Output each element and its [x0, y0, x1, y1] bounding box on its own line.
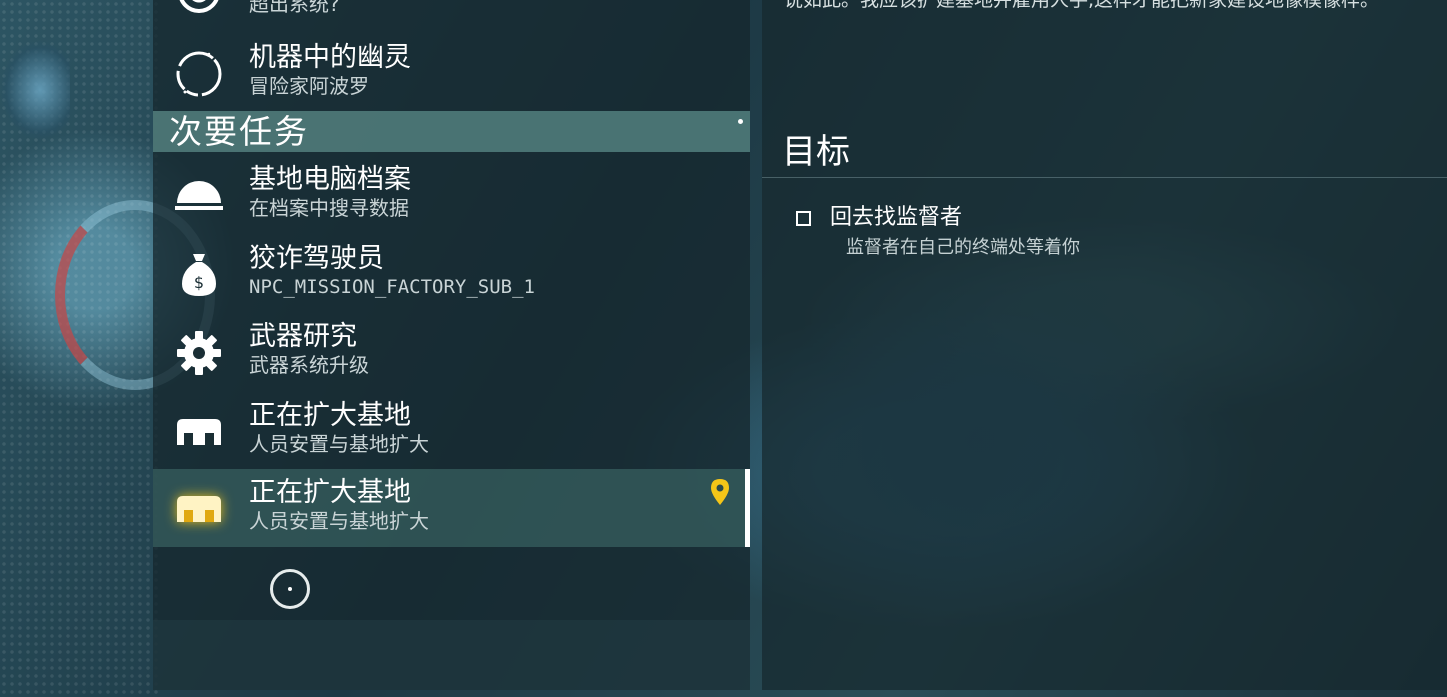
objectives-divider	[762, 177, 1447, 178]
mission-title: 正在扩大基地	[249, 400, 411, 431]
selection-accent-bar	[745, 469, 750, 547]
base-building-icon	[173, 406, 225, 458]
mission-subtitle: NPC_MISSION_FACTORY_SUB_1	[249, 276, 535, 298]
mission-title: 机器中的幽灵	[249, 42, 411, 73]
objective-checkbox	[796, 211, 811, 226]
mission-title: 基地电脑档案	[249, 164, 411, 195]
mission-subtitle: 人员安置与基地扩大	[249, 432, 429, 456]
section-label: 次要任务	[169, 112, 309, 151]
mission-item-selected[interactable]: 正在扩大基地 人员安置与基地扩大	[153, 469, 750, 547]
dome-icon	[173, 170, 225, 222]
mission-subtitle: 冒险家阿波罗	[249, 74, 369, 98]
mission-item[interactable]: 武器研究 武器系统升级	[153, 313, 750, 391]
header-dot	[738, 119, 743, 124]
mission-item[interactable]: 超出系统?	[153, 0, 750, 30]
mission-subtitle: 在档案中搜寻数据	[249, 196, 409, 220]
list-footer	[153, 620, 750, 690]
base-building-icon	[173, 483, 225, 535]
mission-subtitle: 武器系统升级	[249, 353, 369, 377]
objectives-title: 目标	[782, 132, 850, 172]
mission-subtitle: 人员安置与基地扩大	[249, 509, 429, 533]
mission-item[interactable]: 机器中的幽灵 冒险家阿波罗	[153, 34, 750, 112]
scroll-indicator-icon[interactable]	[270, 569, 310, 609]
mission-item[interactable]: 正在扩大基地 人员安置与基地扩大	[153, 392, 750, 470]
objective-title: 回去找监督者	[830, 205, 963, 230]
mission-item[interactable]: 基地电脑档案 在档案中搜寻数据	[153, 156, 750, 234]
glitch-circle-icon	[173, 48, 225, 100]
svg-text:$: $	[194, 273, 204, 292]
gear-icon	[173, 327, 225, 379]
scroll-indicator-center	[288, 587, 292, 591]
mission-list-panel: 超出系统? 机器中的幽灵 冒险家阿波罗 次要任务 基地电脑档案 在档案中搜寻数据	[153, 0, 750, 690]
mission-title: 狡诈驾驶员	[249, 243, 384, 274]
background-robot	[0, 40, 70, 140]
mission-title: 正在扩大基地	[249, 477, 411, 508]
map-pin-icon	[711, 479, 729, 509]
mission-item[interactable]: $ 狡诈驾驶员 NPC_MISSION_FACTORY_SUB_1	[153, 235, 750, 313]
money-bag-icon: $	[173, 249, 225, 301]
circle-emblem-icon	[173, 0, 225, 18]
mission-details-panel: 说如此。我应该扩建基地并雇用人手,这样才能把新家建设地像模像样。 目标 回去找监…	[762, 0, 1447, 690]
mission-description: 说如此。我应该扩建基地并雇用人手,这样才能把新家建设地像模像样。	[784, 0, 1380, 11]
mission-subtitle: 超出系统?	[249, 0, 340, 16]
mission-title: 武器研究	[249, 321, 357, 352]
objective-description: 监督者在自己的终端处等着你	[846, 237, 1080, 258]
secondary-missions-header: 次要任务	[153, 111, 750, 152]
